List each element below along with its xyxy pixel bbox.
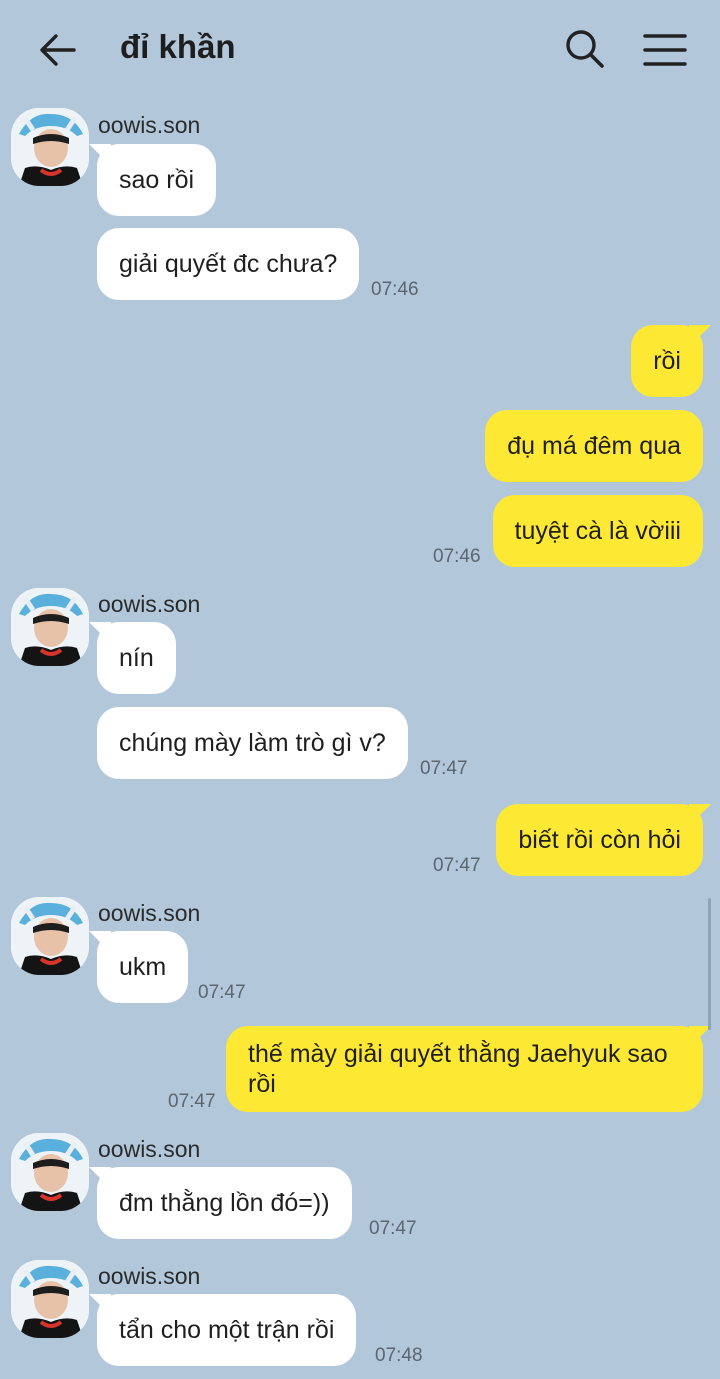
message-bubble-incoming[interactable]: sao rồi (97, 144, 217, 216)
message-bubble-incoming[interactable]: nín (97, 622, 176, 694)
message-bubble-incoming[interactable]: chúng mày làm trò gì v? (97, 707, 408, 779)
message-bubble-incoming[interactable]: đm thằng lồn đó=)) (97, 1167, 352, 1239)
message-time: 07:47 (420, 758, 468, 779)
message-bubble-incoming[interactable]: giải quyết đc chưa? (97, 228, 360, 300)
message-bubble-incoming[interactable]: ukm (97, 931, 189, 1003)
message-bubble-outgoing[interactable]: rồi (631, 325, 703, 397)
sender-name: oowis.son (98, 591, 201, 617)
message-bubble-outgoing[interactable]: tuyệt cà là vờiii (492, 495, 703, 567)
sender-name: oowis.son (98, 1263, 201, 1289)
sender-name: oowis.son (98, 900, 201, 926)
arrow-left-icon[interactable] (36, 28, 80, 72)
message-time: 07:47 (168, 1091, 216, 1112)
message-time: 07:48 (375, 1345, 423, 1366)
search-icon[interactable] (562, 26, 608, 72)
message-bubble-outgoing[interactable]: thế mày giải quyết thằng Jaehyuk sao rồi (226, 1026, 703, 1112)
avatar[interactable] (11, 897, 89, 975)
chat-header: đỉ khần (0, 0, 720, 98)
message-time: 07:46 (371, 279, 419, 300)
message-time: 07:46 (433, 546, 481, 567)
avatar[interactable] (11, 1260, 89, 1338)
message-time: 07:47 (369, 1218, 417, 1239)
message-bubble-incoming[interactable]: tẩn cho một trận rồi (97, 1294, 357, 1366)
message-time: 07:47 (198, 982, 246, 1003)
sender-name: oowis.son (98, 112, 201, 138)
avatar[interactable] (11, 588, 89, 666)
scrollbar[interactable] (708, 898, 711, 1030)
chat-title: đỉ khần (120, 28, 236, 65)
message-time: 07:47 (433, 855, 481, 876)
avatar[interactable] (11, 1133, 89, 1211)
message-bubble-outgoing[interactable]: đụ má đêm qua (485, 410, 703, 482)
message-bubble-outgoing[interactable]: biết rồi còn hỏi (496, 804, 703, 876)
menu-icon[interactable] (642, 30, 688, 70)
avatar[interactable] (11, 108, 89, 186)
sender-name: oowis.son (98, 1136, 201, 1162)
